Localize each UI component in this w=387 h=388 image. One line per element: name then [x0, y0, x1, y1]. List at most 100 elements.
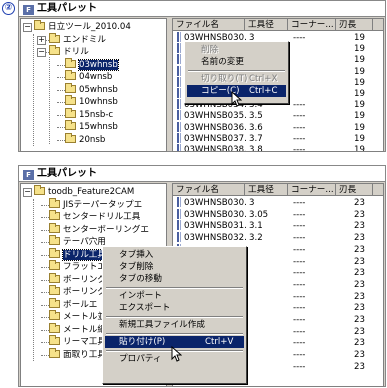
file-name-cell: 03WHNSB031...: [175, 220, 247, 232]
expand-toggle-icon[interactable]: +: [37, 35, 46, 45]
tree-connector: [41, 304, 49, 306]
drill-icon: [177, 88, 181, 98]
collapse-toggle-icon[interactable]: −: [23, 23, 32, 32]
list-header: ファイル名 工具径 コーナー... 刃長: [173, 184, 383, 196]
tree-node[interactable]: 10whnsb: [65, 95, 118, 108]
tree-node[interactable]: ボールエ: [49, 297, 97, 311]
tree-node[interactable]: 面取り工具: [49, 347, 106, 361]
drill-icon: [177, 232, 181, 243]
table-row[interactable]: 03WHNSB035... 3.5 ---- 19: [173, 110, 383, 122]
tree-node[interactable]: ボーリング: [49, 272, 106, 286]
tree-connector: [57, 89, 65, 91]
menu-item[interactable]: タブの移動: [105, 273, 244, 285]
tree-node[interactable]: JISテーパータップエ: [49, 197, 142, 211]
drill-icon: [177, 144, 181, 151]
drill-icon: [177, 65, 181, 76]
file-name: 03WHNSB030...: [184, 198, 247, 208]
tree-node-label: ボーリング: [63, 287, 106, 297]
tree-node[interactable]: メートル細: [49, 322, 106, 336]
length-cell: 19: [354, 33, 365, 43]
drill-icon: [177, 32, 181, 42]
tree-node[interactable]: センタードリル工具: [49, 210, 140, 223]
tree-root-node[interactable]: − toodb_Feature2CAM: [23, 185, 135, 198]
column-header[interactable]: ファイル名: [173, 184, 245, 196]
table-row[interactable]: 03WHNSB038... 3.8 ---- 19: [173, 144, 383, 152]
column-header[interactable]: 刃長: [336, 19, 373, 31]
tree-node[interactable]: エンドミル: [49, 32, 106, 46]
table-row[interactable]: 03WHNSB037... 3.7 ---- 19: [173, 132, 383, 145]
menu-item-label: インポート: [119, 291, 162, 301]
column-header[interactable]: ファイル名: [173, 19, 245, 31]
tree-connector: [41, 317, 49, 318]
diameter-cell: 3: [249, 198, 255, 208]
table-row[interactable]: 03WHNSB030... 3.05 ---- 23: [173, 208, 383, 221]
column-header[interactable]: コーナー...: [288, 184, 336, 196]
menu-item-label: プロパティ: [119, 354, 162, 364]
tree-node[interactable]: 20nsb: [65, 132, 105, 146]
tree-connector: [41, 329, 49, 331]
tree-node[interactable]: リーマ工具: [49, 335, 106, 348]
corner-cell: ----: [293, 291, 306, 302]
folder-icon: [49, 322, 60, 333]
menu-item[interactable]: インポート: [105, 290, 244, 302]
tree-node[interactable]: 15nsb-c: [65, 107, 113, 121]
corner-cell: ----: [293, 221, 306, 232]
tree-node[interactable]: センターボーリングエ: [49, 222, 149, 236]
tree-node[interactable]: メートル並: [49, 310, 106, 323]
folder-icon: [49, 260, 60, 270]
tree-node[interactable]: 04wnsb: [65, 70, 112, 83]
drill-icon: [177, 54, 181, 65]
tree-node[interactable]: フラットエ: [49, 260, 106, 273]
window-title: 工具パレット: [37, 3, 97, 14]
tree-node[interactable]: 15whnsb: [65, 120, 118, 133]
tree-guide-line: [49, 56, 50, 144]
table-row[interactable]: 03WHNSB031... 3.1 ---- 23: [173, 220, 383, 232]
menu-item[interactable]: タブ挿入: [105, 249, 244, 261]
diameter-cell: 3.7: [249, 133, 263, 144]
column-header[interactable]: 工具径: [245, 19, 288, 31]
menu-item-shortcut: Ctrl+V: [205, 337, 234, 347]
folder-icon: [49, 297, 60, 308]
length-cell: 23: [354, 198, 365, 208]
tree-node[interactable]: ドリル工具: [49, 247, 107, 261]
corner-cell: ----: [293, 133, 306, 144]
table-row[interactable]: 03WHNSB036... 3.6 ---- 19: [173, 121, 383, 134]
menu-item-label: タブ挿入: [119, 250, 154, 260]
corner-cell: ----: [293, 100, 306, 111]
column-header[interactable]: 工具径: [245, 184, 288, 196]
corner-cell: ----: [293, 244, 306, 255]
tree-connector: [41, 204, 49, 206]
drill-icon: [177, 43, 181, 54]
tree-node[interactable]: ボーリング: [49, 285, 106, 298]
corner-cell: ----: [293, 209, 306, 220]
length-cell: 19: [354, 145, 365, 152]
tree-node[interactable]: 05whnsb: [65, 82, 118, 96]
tree-node[interactable]: ドリル: [49, 45, 89, 58]
tree-node-label: テーパ穴用: [63, 237, 106, 247]
corner-cell: ----: [293, 279, 306, 290]
menu-item[interactable]: 名前の変更: [187, 56, 286, 68]
length-cell: 19: [354, 55, 365, 66]
length-cell: 19: [354, 66, 365, 77]
tree-node[interactable]: テーパ穴用: [49, 235, 106, 248]
tree-node[interactable]: 03whnsb: [65, 57, 119, 71]
context-menu: タブ挿入 タブ削除 タブの移動 インポート エクスポート 新規工具ファイル作成 貼り付け(P…: [102, 246, 247, 384]
menu-item[interactable]: タブ削除: [105, 261, 244, 273]
menu-item[interactable]: 新規工具ファイル作成: [105, 319, 244, 331]
tree-node-label: リーマ工具: [63, 337, 106, 347]
folder-tree[interactable]: − 日立ツール_2010.04 + エンドミル − ドリル 03whnsb 04wnsb 05w…: [20, 18, 167, 152]
tree-connector: [41, 279, 49, 281]
tree-root-node[interactable]: − 日立ツール_2010.04: [23, 20, 131, 33]
column-header[interactable]: コーナー...: [288, 19, 336, 31]
collapse-toggle-icon[interactable]: −: [23, 188, 32, 197]
window-title: 工具パレット: [37, 168, 97, 179]
tree-node-label: エンドミル: [63, 34, 106, 45]
tree-node-label: toodb_Feature2CAM: [48, 187, 135, 197]
column-header[interactable]: 刃長: [336, 184, 373, 196]
table-row[interactable]: 03WHNSB030... 3 ---- 23: [173, 197, 383, 209]
table-row[interactable]: 03WHNSB032... 3.2 ---- 23: [173, 232, 383, 244]
expand-toggle-icon[interactable]: −: [37, 48, 46, 57]
tree-node-label: ドリル工具: [62, 248, 107, 261]
menu-item[interactable]: エクスポート: [105, 302, 244, 314]
menu-item-label: 削除: [201, 45, 219, 55]
